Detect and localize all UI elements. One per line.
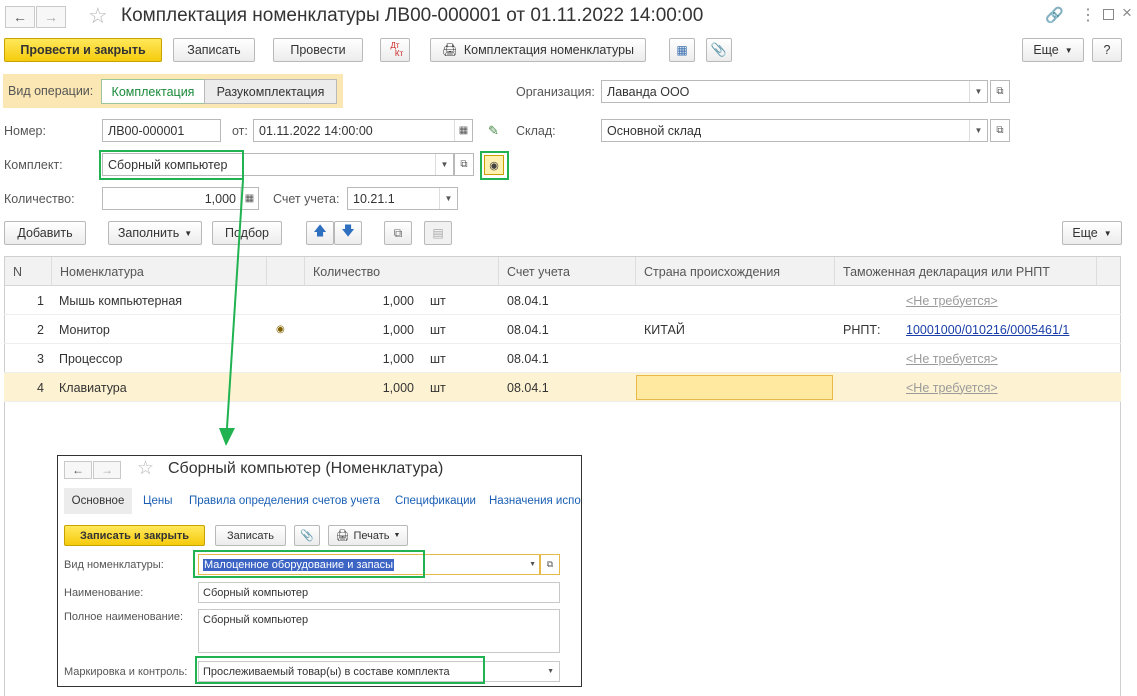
sub-open-icon[interactable]: ⧉ [540,554,560,575]
sub-tab-purposes[interactable]: Назначения испо [489,495,581,507]
sub-name-field[interactable]: Сборный компьютер [198,582,560,603]
sub-back-button[interactable]: ← [64,461,92,479]
sub-print-button[interactable]: 🖨 Печать ▼ [328,525,408,546]
sub-tab-main-label: Основное [71,495,125,507]
sub-save-close-button[interactable]: Записать и закрыть [64,525,205,546]
sub-fullname-label: Полное наименование: [64,611,184,623]
marking-highlight-box [195,656,485,684]
sub-window-title: Сборный компьютер (Номенклатура) [168,460,444,477]
nomenclature-window: ← → ☆ Сборный компьютер (Номенклатура) О… [57,455,582,687]
sub-attach-button[interactable]: 📎 [294,525,320,546]
printer-icon: 🖨 [335,530,350,542]
sub-forward-button[interactable]: → [93,461,121,479]
chevron-down-icon[interactable]: ▼ [529,561,536,568]
sub-tab-main[interactable]: Основное [64,488,132,514]
sub-favorite-star-icon[interactable]: ☆ [137,457,154,480]
sub-marking-label: Маркировка и контроль: [64,666,188,678]
sub-tab-account-rules[interactable]: Правила определения счетов учета [189,495,380,507]
sub-name-label: Наименование: [64,587,144,599]
chevron-down-icon[interactable]: ▼ [547,668,554,675]
sub-fullname-field[interactable]: Сборный компьютер [198,609,560,653]
sub-print-label: Печать [353,529,390,542]
sub-kind-label: Вид номенклатуры: [64,559,164,571]
sub-tab-prices[interactable]: Цены [143,495,173,507]
sub-name-value: Сборный компьютер [203,586,309,599]
sub-fullname-value: Сборный компьютер [203,614,309,626]
chevron-down-icon: ▼ [393,532,401,539]
paperclip-icon: 📎 [300,530,314,542]
kind-highlight-box [193,550,425,578]
sub-tab-specifications[interactable]: Спецификации [395,495,476,507]
sub-save-button[interactable]: Записать [215,525,286,546]
